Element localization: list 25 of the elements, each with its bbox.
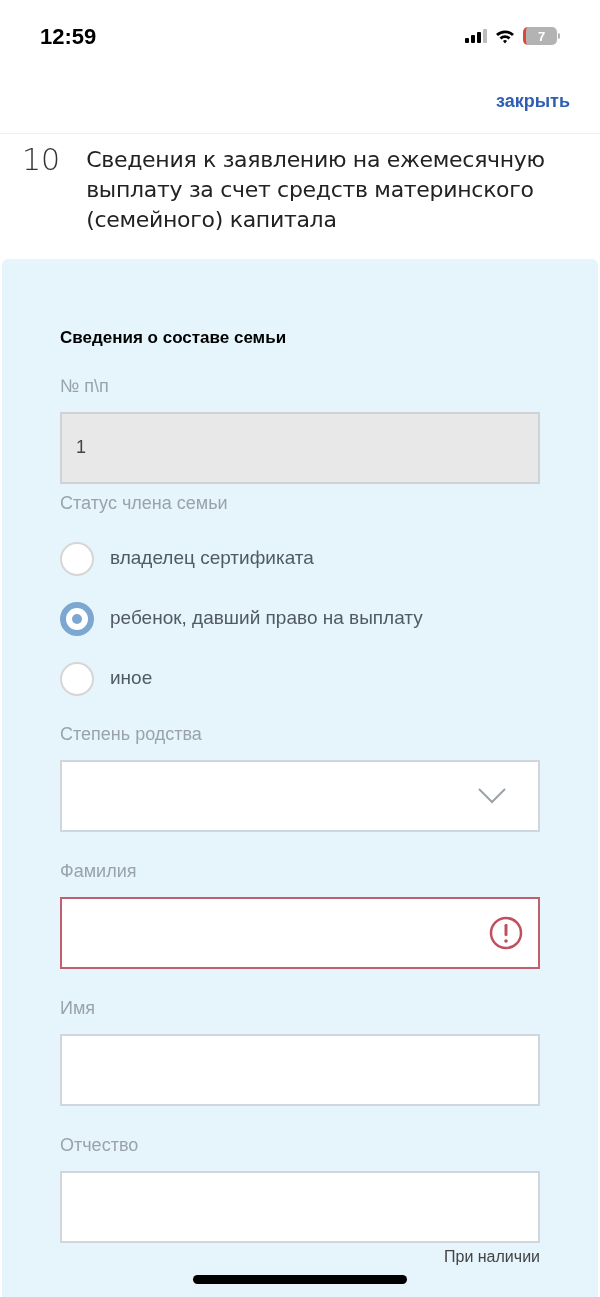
field-label: Фамилия bbox=[60, 859, 138, 883]
field-label: Статус члена семьи bbox=[60, 491, 229, 515]
radio-label[interactable]: ребенок, давший право на выплату bbox=[110, 604, 423, 633]
chevron-down-icon bbox=[478, 787, 506, 804]
wifi-icon bbox=[495, 28, 515, 44]
radio-button[interactable] bbox=[60, 661, 94, 696]
radio-button[interactable] bbox=[60, 541, 94, 576]
dropdown-field[interactable] bbox=[60, 759, 540, 832]
hint-text: При наличии bbox=[443, 1246, 540, 1267]
step-title: Сведения к заявлению на ежемесячную выплату за счет средств материнского (семейного) капитала bbox=[86, 146, 546, 234]
radio-label[interactable]: владелец сертификата bbox=[110, 544, 314, 573]
clock-time: 12:59 bbox=[40, 22, 97, 51]
step-number: 10 bbox=[22, 141, 61, 179]
battery-icon: 7 bbox=[523, 27, 557, 45]
section-title: Сведения о составе семьи bbox=[60, 327, 288, 349]
close-link[interactable]: закрыть bbox=[496, 88, 570, 115]
field-label: № п\п bbox=[60, 374, 110, 398]
field-label: Имя bbox=[60, 996, 97, 1020]
error-icon bbox=[489, 915, 523, 950]
radio-label[interactable]: иное bbox=[110, 664, 153, 693]
input-field[interactable] bbox=[60, 896, 540, 969]
field-label: Отчество bbox=[60, 1133, 140, 1157]
field-label: Степень родства bbox=[60, 722, 203, 746]
signal-icon bbox=[465, 29, 487, 43]
radio-button[interactable] bbox=[60, 601, 94, 636]
